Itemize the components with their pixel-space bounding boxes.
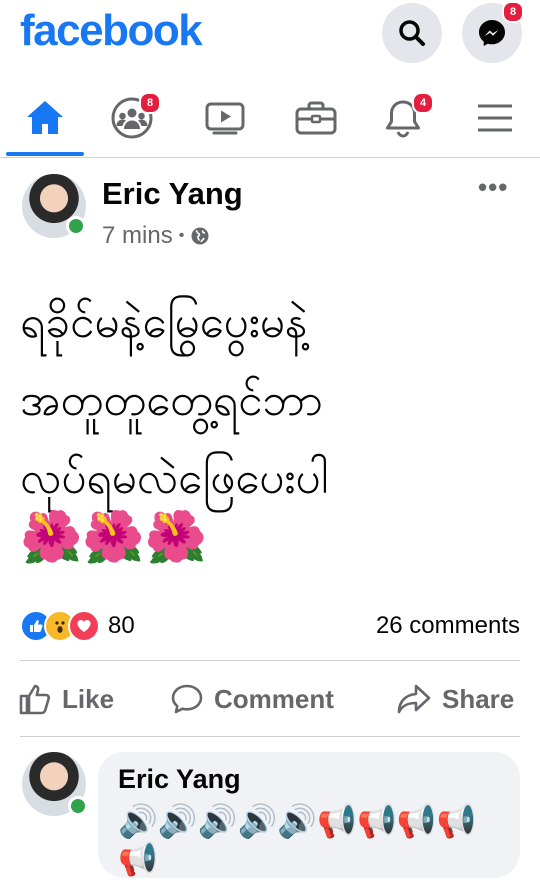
meta-separator: •: [178, 227, 185, 244]
post-stats: 80 26 comments: [20, 608, 520, 644]
comment-count[interactable]: 26 comments: [376, 612, 520, 640]
search-icon: [399, 20, 425, 46]
comment-author[interactable]: Eric Yang: [118, 764, 241, 795]
share-icon: [397, 684, 431, 714]
online-status-dot: [68, 796, 88, 816]
share-label: Share: [442, 683, 515, 714]
home-icon: [27, 101, 63, 134]
top-bar: facebook 8: [0, 0, 540, 72]
post-emoji: 🌺🌺🌺: [20, 509, 207, 565]
nav-divider: [0, 157, 540, 158]
like-label: Like: [62, 683, 115, 714]
hamburger-icon: [478, 104, 512, 132]
active-tab-indicator: [6, 152, 84, 156]
reaction-icons[interactable]: [20, 610, 100, 642]
like-button[interactable]: Like: [18, 682, 114, 716]
share-button[interactable]: Share: [396, 682, 514, 716]
post-meta: 7 mins •: [102, 222, 210, 250]
post-text-line: ရခိုင်မနဲ့မြွေပွေးမနဲ့: [20, 297, 308, 348]
messenger-icon: [479, 20, 505, 46]
online-status-dot: [66, 216, 86, 236]
post-author[interactable]: Eric Yang: [102, 176, 243, 212]
tab-watch[interactable]: [190, 86, 260, 150]
commenter-avatar[interactable]: [22, 752, 88, 818]
reaction-count[interactable]: 80: [108, 612, 135, 640]
comment-icon: [171, 684, 203, 714]
briefcase-icon: [295, 101, 337, 135]
messenger-badge: 8: [502, 1, 524, 23]
post-header: Eric Yang 7 mins • •••: [0, 166, 540, 262]
tab-notifications[interactable]: 4: [368, 86, 438, 150]
post-text: ရခိုင်မနဲ့မြွေပွေးမနဲ့ အတူတူတွေ့ရင်ဘာ လု…: [20, 284, 520, 518]
stats-divider: [20, 660, 520, 661]
comment-text: 🔊🔊🔊🔊🔊📢📢📢📢📢: [118, 803, 477, 877]
love-reaction-icon: [68, 610, 100, 642]
groups-badge: 8: [139, 92, 161, 114]
comment-label: Comment: [214, 683, 334, 714]
messenger-button[interactable]: 8: [462, 1, 524, 63]
tab-marketplace[interactable]: [281, 86, 351, 150]
comment-bubble: Eric Yang 🔊🔊🔊🔊🔊📢📢📢📢📢: [98, 752, 520, 878]
watch-icon: [205, 102, 245, 135]
tab-menu[interactable]: [460, 86, 530, 150]
actions-divider: [20, 736, 520, 737]
search-button[interactable]: [382, 3, 442, 63]
post-actions: Like Comment Share: [0, 672, 540, 728]
globe-icon: [191, 227, 209, 245]
author-avatar[interactable]: [22, 174, 86, 238]
more-options-icon[interactable]: •••: [478, 172, 508, 203]
nav-tabs: 8 4: [0, 86, 540, 156]
notifications-badge: 4: [412, 92, 434, 114]
comment-button[interactable]: Comment: [170, 682, 334, 716]
tab-groups[interactable]: 8: [97, 86, 167, 150]
post-text-line: လုပ်ရမလဲဖြေပေးပါ: [20, 453, 329, 504]
post-time[interactable]: 7 mins: [102, 222, 173, 250]
facebook-logo[interactable]: facebook: [20, 6, 203, 56]
post-text-line: အတူတူတွေ့ရင်ဘာ: [20, 375, 323, 426]
like-icon: [19, 684, 51, 715]
tab-home[interactable]: [10, 86, 80, 150]
